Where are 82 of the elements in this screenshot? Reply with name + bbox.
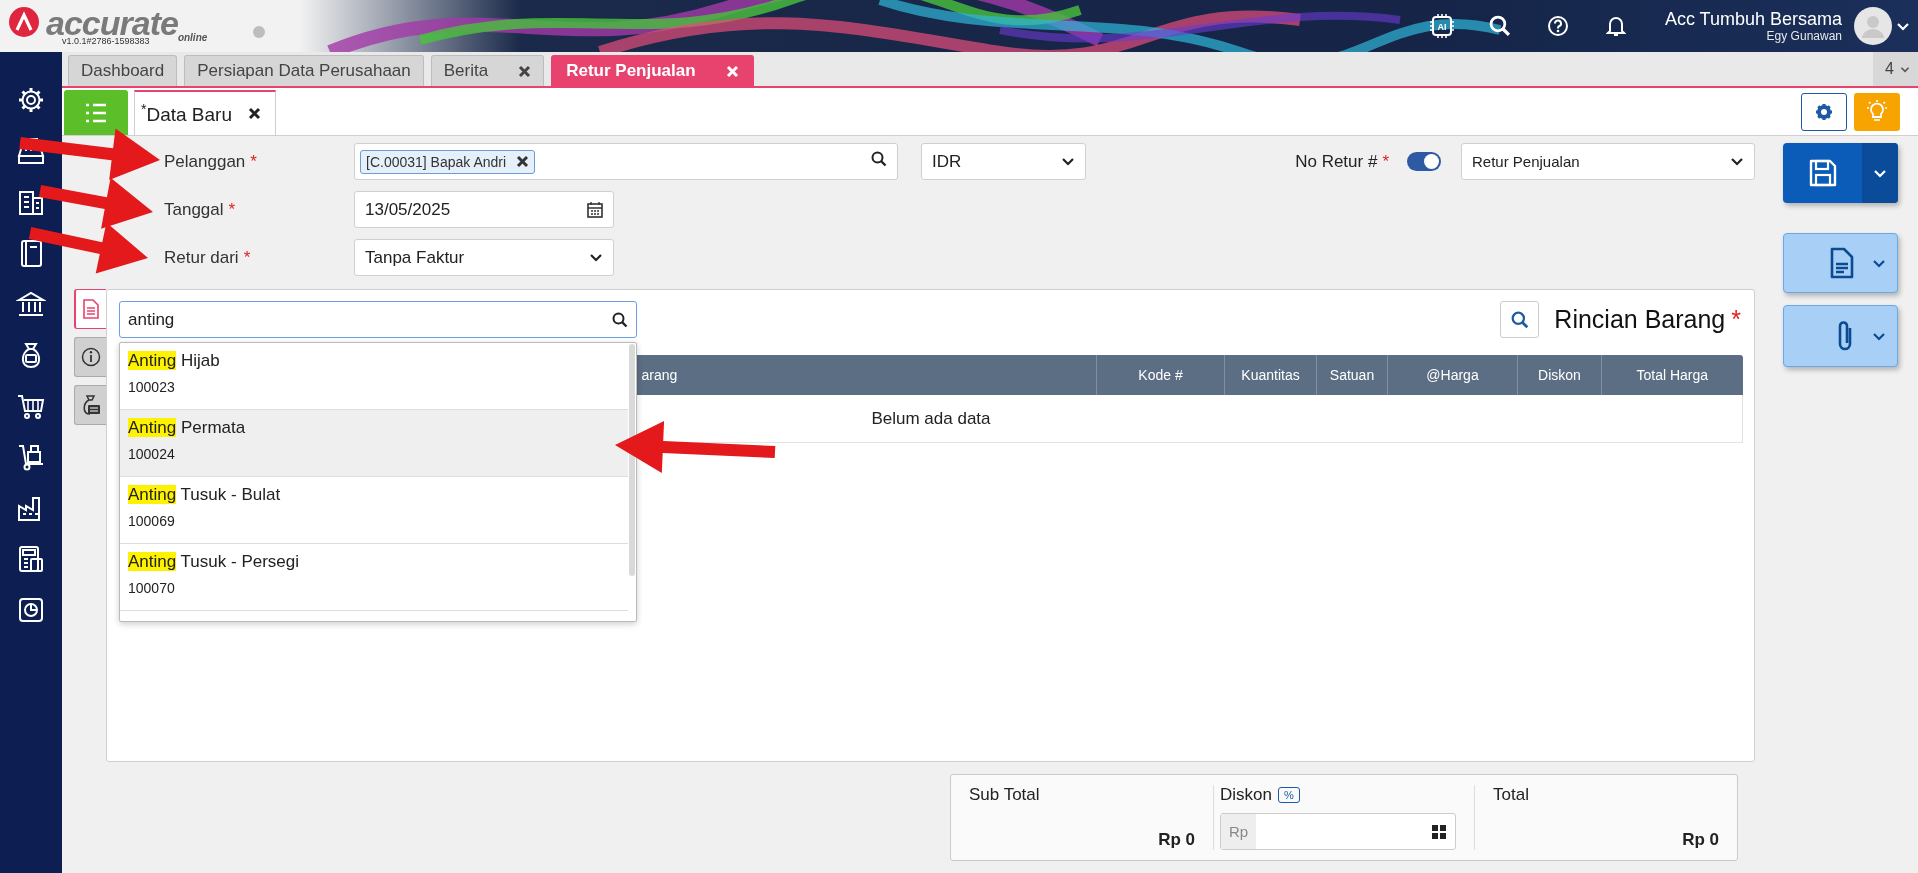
chevron-down-icon	[1061, 157, 1075, 166]
search-icon	[612, 311, 628, 328]
field-label: Pelanggan *	[164, 151, 258, 172]
suggestion-item[interactable]: Anting Tusuk - Persegi 100070	[120, 544, 628, 611]
column-header: @Harga	[1387, 355, 1518, 395]
chevron-down-icon	[1872, 258, 1886, 268]
close-icon[interactable]	[518, 64, 532, 78]
chevron-down-icon	[1872, 331, 1886, 341]
status-dot-icon	[253, 26, 266, 38]
avatar-icon[interactable]	[1854, 7, 1892, 45]
search-icon[interactable]	[1488, 15, 1511, 37]
hand-truck-icon[interactable]	[16, 442, 46, 472]
return-source-select[interactable]: Tanpa Faktur	[354, 239, 614, 276]
field-label: No Retur # *	[1295, 151, 1389, 172]
chevron-down-icon	[1730, 157, 1744, 166]
column-header: Kuantitas	[1224, 355, 1317, 395]
number-format-select[interactable]: Retur Penjualan	[1461, 143, 1755, 180]
tab-count-button[interactable]: 4	[1873, 52, 1918, 86]
search-button[interactable]	[1500, 301, 1540, 338]
tab[interactable]: Retur Penjualan	[551, 55, 754, 86]
version-text: v1.0.1#2786-1598383	[62, 36, 150, 46]
percent-toggle[interactable]: %	[1277, 787, 1300, 803]
side-tab[interactable]	[74, 337, 106, 377]
list-icon	[84, 101, 108, 124]
currency-select[interactable]: IDR	[921, 143, 1086, 180]
field-label: Retur dari *	[164, 247, 252, 268]
chevron-down-icon	[1896, 22, 1910, 31]
close-icon[interactable]	[248, 107, 261, 120]
company-name: Acc Tumbuh Bersama	[1664, 9, 1842, 29]
column-header: Kode #	[1096, 355, 1225, 395]
search-icon	[1510, 310, 1529, 329]
chevron-down-icon	[589, 253, 603, 262]
subtotal-label: Sub Total	[969, 785, 1041, 805]
money-bag-icon	[80, 394, 101, 416]
panel-title: Rincian Barang *	[1554, 305, 1741, 334]
info-icon	[80, 347, 101, 367]
logo-icon	[8, 6, 40, 38]
search-icon	[871, 151, 887, 167]
bank-icon[interactable]	[16, 289, 46, 319]
tab[interactable]: Persiapan Data Perusahaan	[184, 55, 424, 86]
document-icon	[1829, 247, 1855, 279]
user-name: Egy Gunawan	[1766, 29, 1842, 43]
lightbulb-icon	[1866, 99, 1888, 124]
toggle-switch[interactable]	[1407, 152, 1441, 171]
tab[interactable]: Berita	[430, 55, 545, 86]
close-icon[interactable]	[516, 155, 530, 168]
document-tab[interactable]: $^{*}$Data Baru	[134, 90, 276, 135]
chevron-down-icon	[1873, 168, 1887, 178]
ai-chip-icon[interactable]: AI	[1428, 13, 1455, 39]
settings-icon	[1815, 102, 1833, 121]
side-tab[interactable]	[74, 385, 106, 425]
document-button[interactable]	[1783, 233, 1898, 293]
logo-subtitle: online	[177, 32, 208, 43]
subtotal-value: Rp 0	[1158, 830, 1195, 850]
total-label: Total	[1493, 785, 1530, 805]
calculator-icon	[1431, 823, 1447, 840]
help-icon[interactable]	[1546, 15, 1569, 37]
calendar-icon	[587, 201, 603, 218]
customer-chip: [C.00031] Bapak Andri	[360, 149, 536, 174]
settings-button[interactable]	[1801, 92, 1847, 131]
attachment-button[interactable]	[1783, 305, 1898, 367]
suggestion-item[interactable]: Anting Tusuk - Bulat 100069	[120, 477, 628, 544]
suggestion-item[interactable]: Anting Permata 100024	[120, 410, 628, 477]
tab[interactable]: Dashboard	[68, 55, 178, 86]
total-value: Rp 0	[1682, 830, 1719, 850]
tax-document-icon[interactable]	[16, 544, 46, 574]
column-header: Satuan	[1316, 355, 1388, 395]
save-button[interactable]	[1783, 143, 1898, 203]
save-icon	[1807, 158, 1838, 188]
side-tab[interactable]	[74, 289, 106, 329]
column-header: Diskon	[1517, 355, 1602, 395]
gear-icon[interactable]	[16, 85, 46, 115]
scrollbar[interactable]	[629, 344, 635, 576]
bell-icon[interactable]	[1605, 15, 1626, 37]
discount-label: Diskon	[1220, 785, 1272, 805]
item-search-field[interactable]: anting	[119, 301, 637, 338]
date-field[interactable]: 13/05/2025	[354, 191, 614, 228]
column-header: Total Harga	[1601, 355, 1743, 395]
chart-icon[interactable]	[16, 595, 46, 625]
document-icon	[82, 299, 100, 319]
field-label: Tanggal *	[164, 199, 237, 220]
customer-field[interactable]: [C.00031] Bapak Andri	[354, 143, 898, 180]
